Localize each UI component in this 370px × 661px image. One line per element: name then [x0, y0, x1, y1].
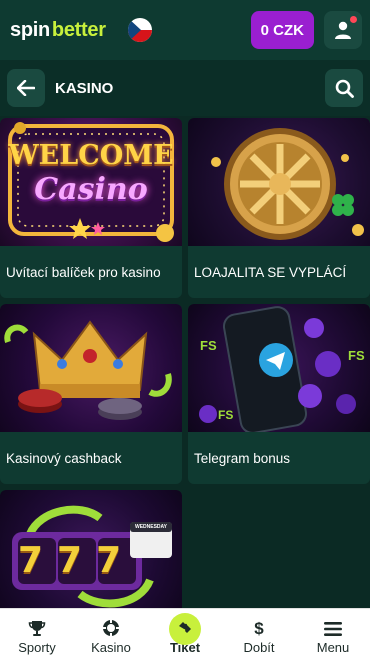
ticket-bubble: [169, 613, 201, 645]
promo-card-telegram[interactable]: FS FS FS Telegram bonus: [188, 304, 370, 484]
nav-dobit-label: Dobít: [243, 640, 275, 655]
promo-card-loyalty[interactable]: LOAJALITA SE VYPLÁCÍ: [188, 118, 370, 298]
casino-title-text: Casino: [34, 172, 148, 207]
bottom-navigation: Sporty Kasino Tiket $ Dobít Menu: [0, 608, 370, 661]
card-label: LOAJALITA SE VYPLÁCÍ: [194, 264, 347, 280]
search-icon: [335, 79, 354, 98]
nav-sporty[interactable]: Sporty: [0, 609, 74, 661]
arrow-left-icon: [17, 80, 35, 96]
loyalty-wheel-image: [188, 118, 370, 246]
user-icon: [335, 21, 351, 39]
svg-text:$: $: [254, 619, 264, 637]
trophy-icon: [28, 621, 46, 636]
menu-icon: [324, 622, 342, 636]
promotions-grid: WELCOME Casino Uvítací balíček pro kasin…: [0, 118, 370, 608]
page-title: KASINO: [55, 79, 114, 97]
search-button[interactable]: [325, 69, 363, 107]
section-header: KASINO: [0, 60, 370, 116]
nav-kasino[interactable]: Kasino: [74, 609, 148, 661]
back-button[interactable]: [7, 69, 45, 107]
czech-flag-icon[interactable]: [127, 18, 152, 42]
nav-kasino-label: Kasino: [91, 640, 131, 655]
slots-777-text: 777: [18, 540, 136, 581]
promo-card-cashback[interactable]: Kasinový cashback: [0, 304, 182, 484]
dollar-icon: $: [254, 619, 264, 637]
top-header: spin better 0 CZK: [0, 0, 370, 60]
welcome-casino-image: WELCOME Casino: [0, 118, 182, 246]
user-profile-button[interactable]: [324, 11, 362, 49]
notification-dot: [350, 16, 357, 23]
ticket-icon: [179, 621, 191, 633]
spinbetter-logo[interactable]: spin better: [10, 19, 106, 42]
nav-sporty-label: Sporty: [18, 640, 56, 655]
promo-card-welcome[interactable]: WELCOME Casino Uvítací balíček pro kasin…: [0, 118, 182, 298]
nav-menu[interactable]: Menu: [296, 609, 370, 661]
telegram-phone-image: FS FS FS: [188, 304, 370, 432]
casino-chip-icon: [103, 620, 119, 636]
nav-menu-label: Menu: [316, 640, 350, 655]
fs-badge-3: FS: [218, 408, 234, 422]
logo-spin-text: spin: [10, 18, 50, 41]
calendar-wednesday: WEDNESDAY: [134, 524, 168, 530]
fs-badge-2: FS: [348, 348, 365, 363]
nav-dobit[interactable]: $ Dobít: [222, 609, 296, 661]
nav-tiket[interactable]: Tiket: [148, 609, 222, 661]
slots-777-image: 777 WEDNESDAY: [0, 490, 182, 608]
card-label: Kasinový cashback: [6, 450, 122, 466]
card-label: Uvítací balíček pro kasino: [6, 264, 161, 280]
fs-badge-1: FS: [200, 338, 217, 353]
welcome-title-text: WELCOME: [8, 140, 174, 171]
balance-button[interactable]: 0 CZK: [250, 11, 314, 49]
cashback-crown-image: [0, 304, 182, 432]
promo-card-slots[interactable]: 777 WEDNESDAY: [0, 490, 182, 608]
card-label: Telegram bonus: [194, 450, 291, 466]
logo-better-text: better: [51, 18, 106, 41]
